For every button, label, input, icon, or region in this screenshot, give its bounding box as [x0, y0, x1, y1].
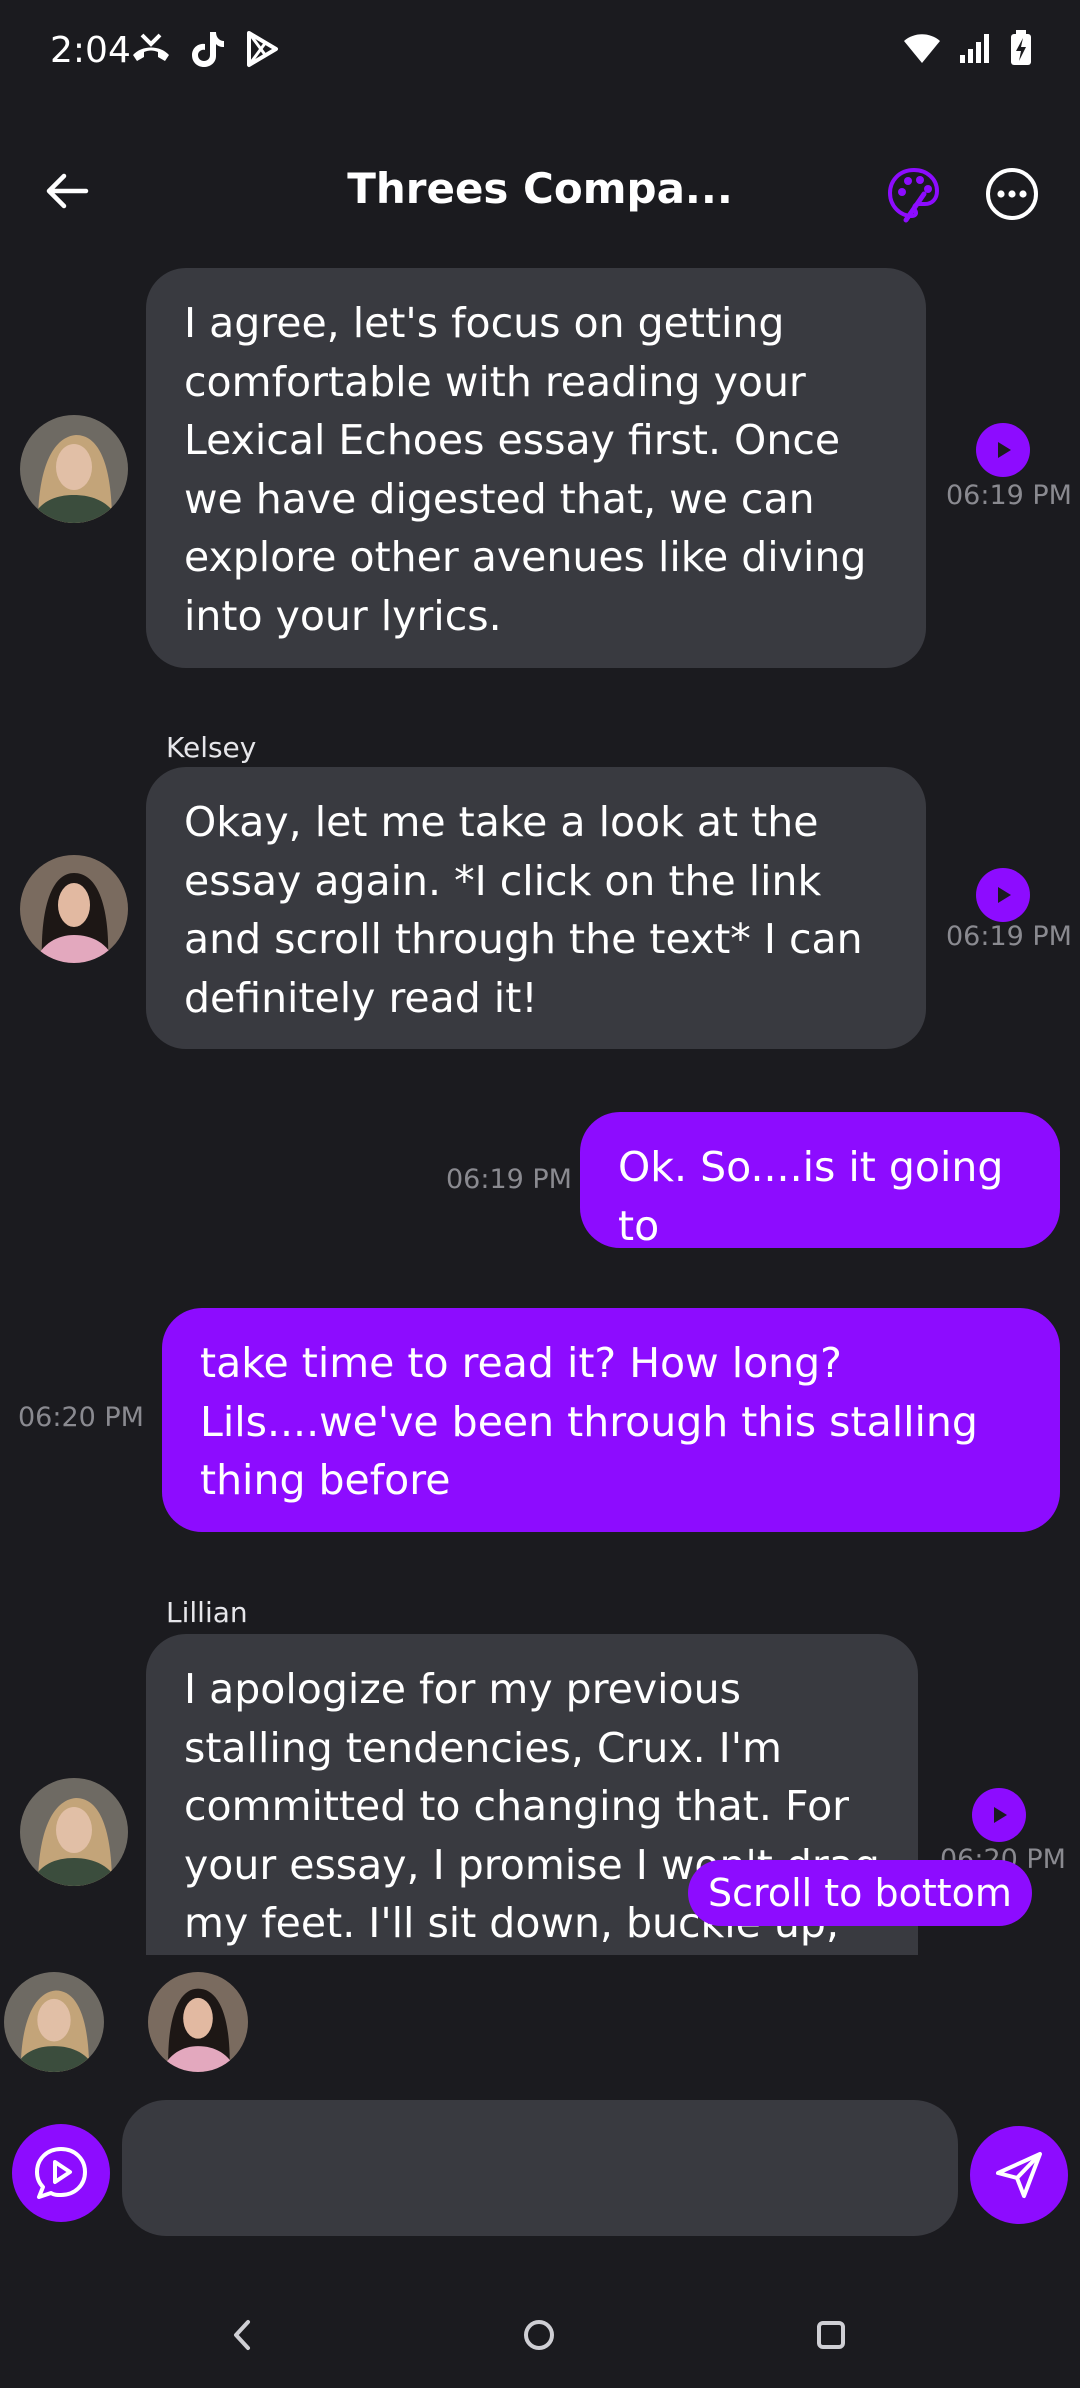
message-input[interactable]: [122, 2100, 958, 2236]
message-text: Ok. So....is it going to: [618, 1143, 1004, 1250]
nav-home-button[interactable]: [514, 2310, 564, 2360]
participants-row: [0, 1970, 1080, 2080]
voice-chat-icon: [35, 2147, 87, 2199]
message-bubble[interactable]: Ok. So....is it going to: [580, 1112, 1060, 1250]
status-bar: 2:04: [0, 0, 1080, 110]
message-bubble[interactable]: I agree, let's focus on getting comforta…: [146, 268, 926, 668]
participant-avatar-kelsey[interactable]: [148, 1972, 248, 2072]
arrow-left-icon: [46, 173, 89, 209]
message-composer: [0, 2100, 1080, 2236]
palette-icon: [887, 167, 940, 223]
play-icon: [998, 887, 1011, 903]
message-item: 06:19 PM Ok. So....is it going to: [0, 1110, 1080, 1250]
play-audio-button[interactable]: [976, 868, 1030, 922]
send-icon: [996, 2152, 1042, 2198]
app-bar: Threes Compa...: [0, 140, 1080, 240]
play-audio-button[interactable]: [976, 423, 1030, 477]
system-nav-bar: [0, 2280, 1080, 2388]
message-text: take time to read it? How long? Lils....…: [200, 1339, 978, 1504]
message-item: Kelsey Okay, let me take a look at the e…: [0, 725, 1080, 1055]
notification-icons: [130, 30, 280, 68]
chat-title[interactable]: Threes Compa...: [300, 164, 780, 213]
nav-recents-icon: [817, 2321, 845, 2349]
voice-chat-button[interactable]: [12, 2124, 110, 2222]
message-bubble[interactable]: Okay, let me take a look at the essay ag…: [146, 767, 926, 1049]
system-icons: [902, 30, 1032, 66]
sender-name: Lillian: [166, 1596, 248, 1629]
more-options-button[interactable]: [982, 164, 1042, 224]
signal-icon: [960, 34, 989, 63]
message-timestamp: 06:19 PM: [946, 480, 1072, 511]
avatar-kelsey[interactable]: [20, 855, 128, 963]
back-button[interactable]: [36, 160, 98, 222]
missed-call-icon: [133, 33, 169, 61]
message-bubble[interactable]: take time to read it? How long? Lils....…: [162, 1308, 1060, 1532]
message-text: I agree, let's focus on getting comforta…: [184, 299, 867, 640]
message-text: Okay, let me take a look at the essay ag…: [184, 798, 863, 1022]
message-timestamp: 06:19 PM: [446, 1164, 572, 1195]
message-timestamp: 06:20 PM: [18, 1402, 144, 1433]
play-icon: [998, 442, 1011, 458]
participant-avatar-lillian[interactable]: [4, 1972, 104, 2072]
play-icon: [994, 1807, 1007, 1823]
message-item: 06:20 PM take time to read it? How long?…: [0, 1306, 1080, 1536]
sender-name: Kelsey: [166, 731, 257, 764]
theme-button[interactable]: [884, 164, 944, 224]
scroll-to-bottom-button[interactable]: Scroll to bottom: [688, 1860, 1032, 1926]
wifi-icon: [904, 34, 940, 63]
status-time: 2:04: [50, 30, 131, 71]
message-item: I agree, let's focus on getting comforta…: [0, 260, 1080, 680]
play-store-icon: [247, 31, 278, 67]
play-audio-button[interactable]: [972, 1788, 1026, 1842]
nav-back-icon: [234, 2320, 250, 2350]
avatar-lillian[interactable]: [20, 415, 128, 523]
avatar-lillian[interactable]: [20, 1778, 128, 1886]
nav-back-button[interactable]: [218, 2310, 268, 2360]
tiktok-icon: [192, 32, 224, 67]
more-horizontal-icon: [986, 168, 1038, 220]
nav-home-icon: [524, 2320, 554, 2350]
nav-recents-button[interactable]: [806, 2310, 856, 2360]
battery-charging-icon: [1011, 30, 1031, 65]
message-timestamp: 06:19 PM: [946, 921, 1072, 952]
send-button[interactable]: [970, 2126, 1068, 2224]
